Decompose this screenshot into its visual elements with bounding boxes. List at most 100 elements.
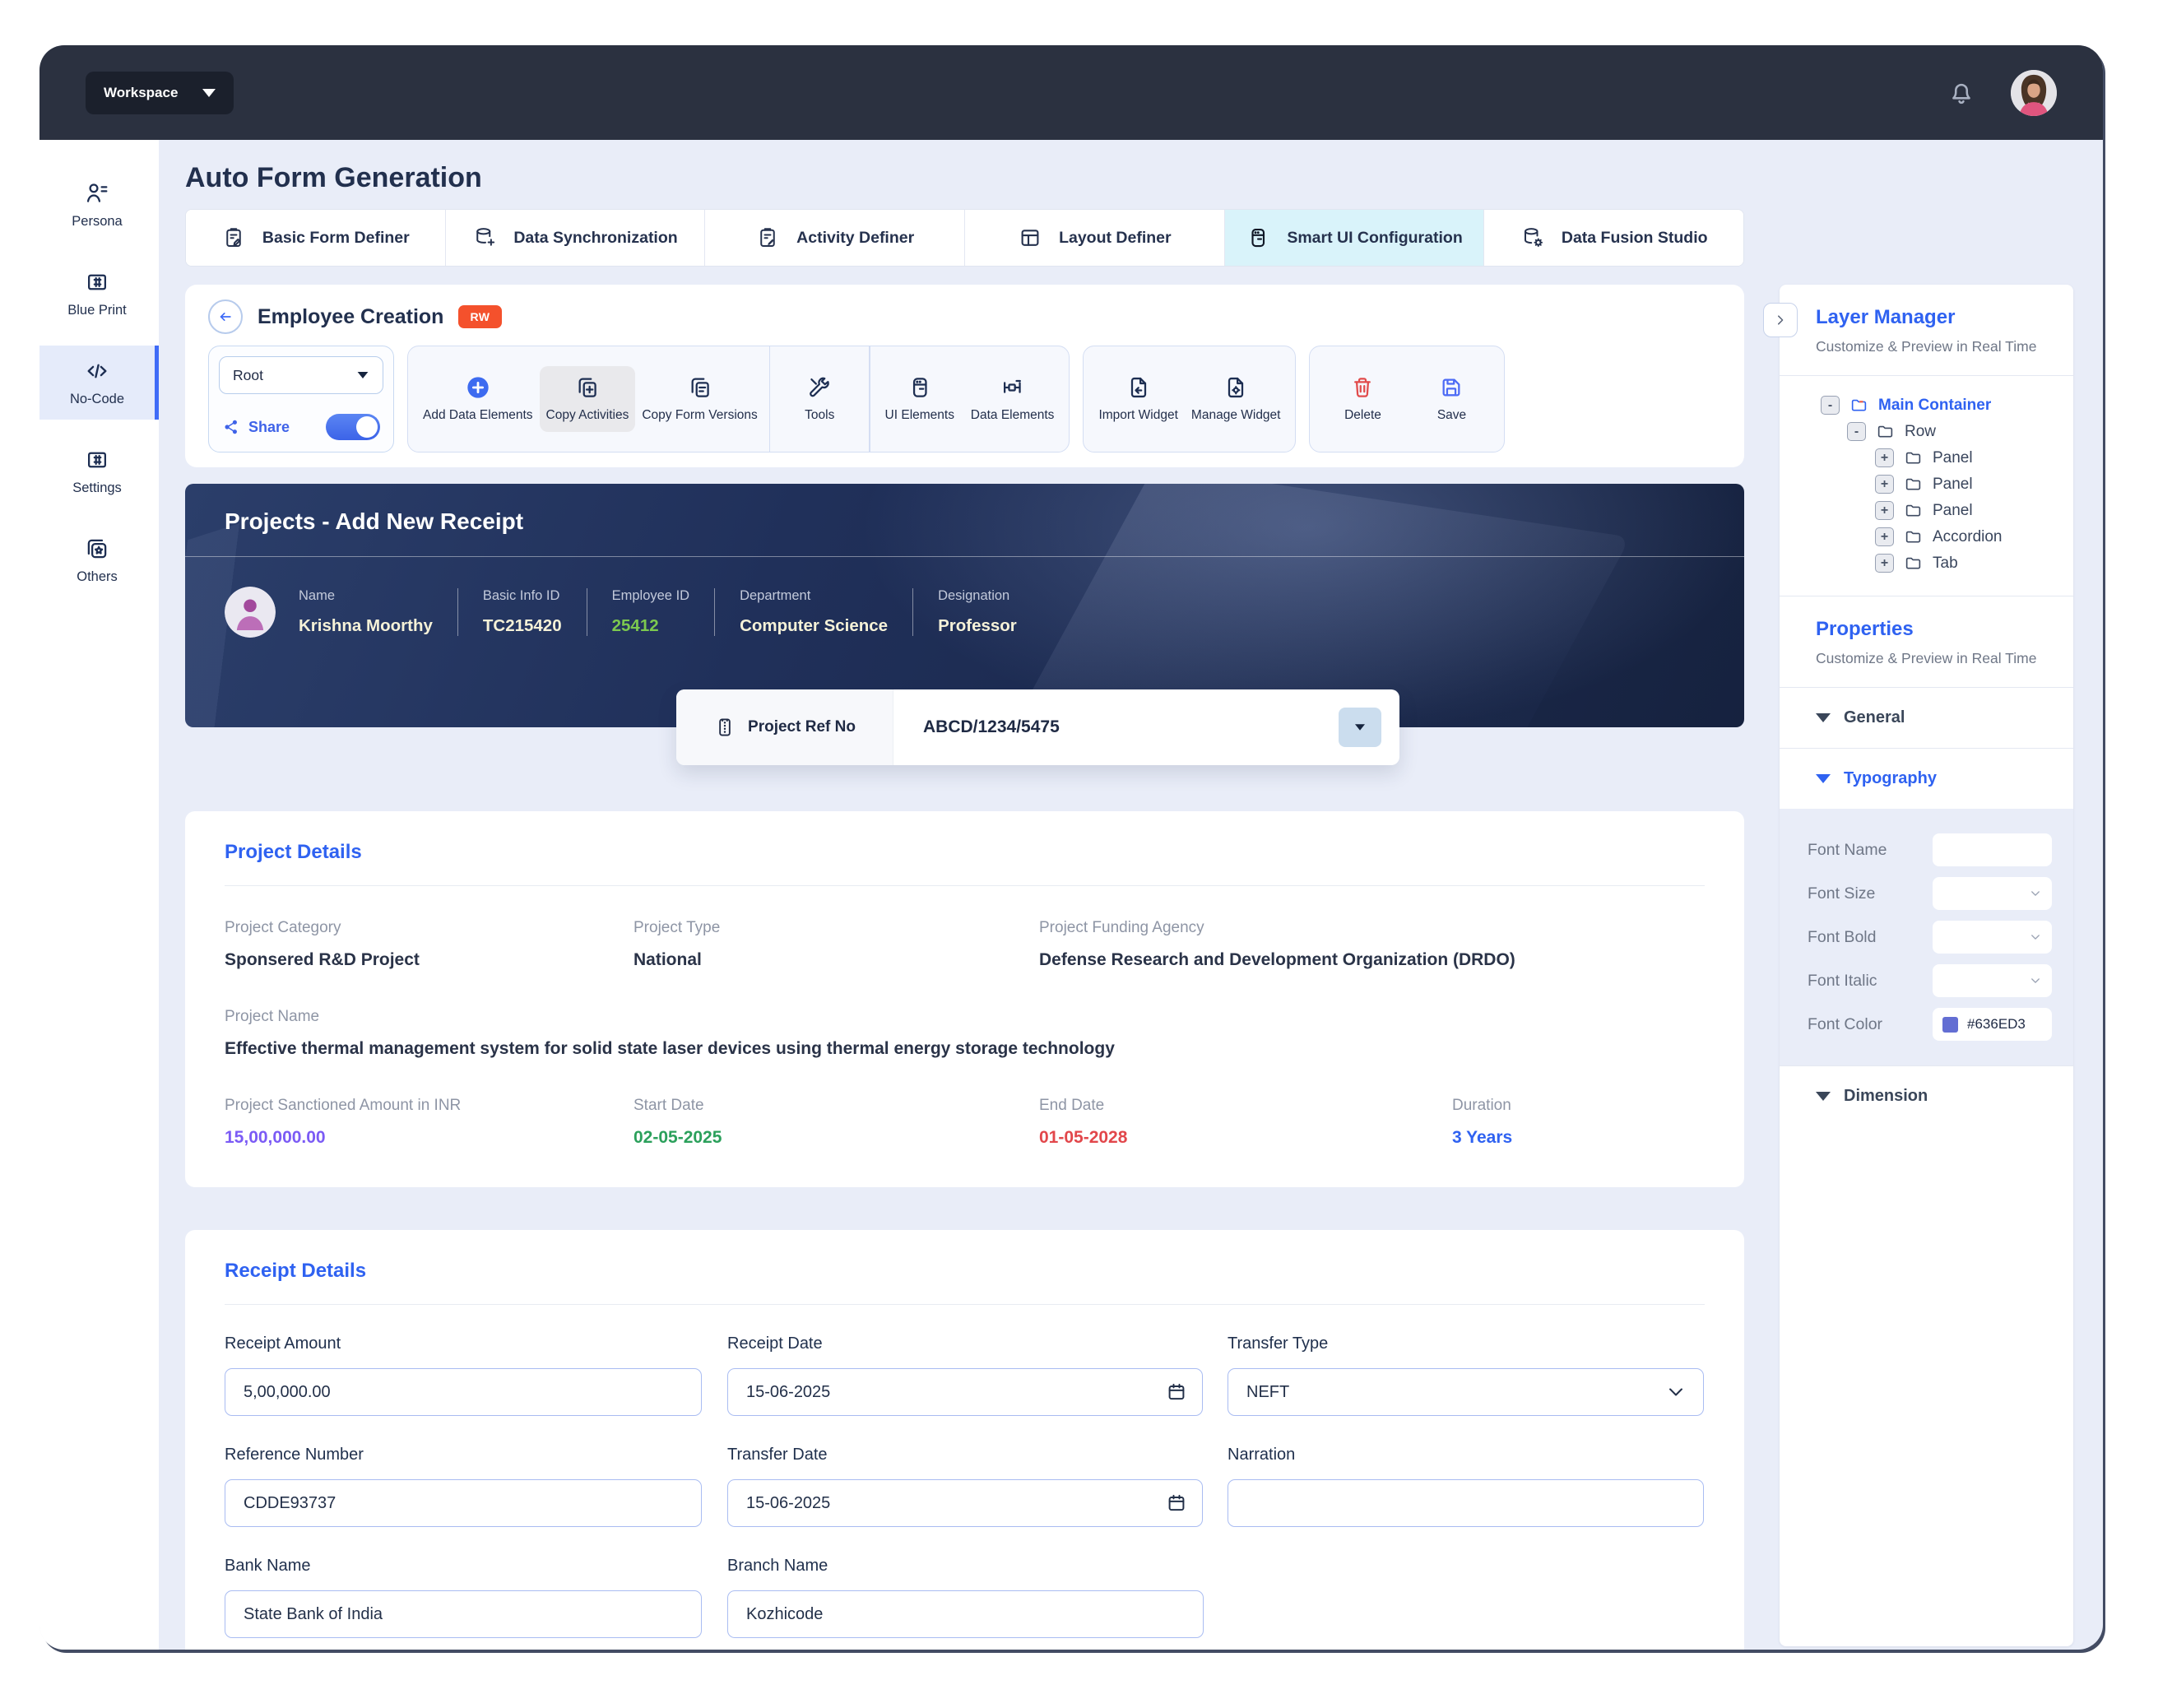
caret-down-icon (1816, 1092, 1831, 1101)
panel-subtitle: Customize & Preview in Real Time (1816, 650, 2037, 666)
banner-title: Projects - Add New Receipt (225, 508, 524, 534)
copy-activities-button[interactable]: Copy Activities (539, 366, 636, 432)
persona-icon (84, 180, 110, 207)
chevron-down-icon (2029, 887, 2042, 900)
expand-toggle[interactable]: + (1875, 448, 1894, 467)
branch-name-input[interactable] (727, 1590, 1204, 1638)
transfer-type-select[interactable]: NEFT (1228, 1368, 1704, 1416)
plus-circle-icon (465, 374, 491, 401)
expand-toggle[interactable]: + (1875, 501, 1894, 520)
project-ref-card: Project Ref No ABCD/1234/5475 (676, 689, 1399, 765)
tree-item-row[interactable]: - Row (1796, 422, 2057, 441)
data-elements-icon (1000, 374, 1026, 401)
tab-smart-ui-configuration[interactable]: Smart UI Configuration (1224, 210, 1485, 266)
manage-widget-button[interactable]: Manage Widget (1185, 366, 1288, 432)
save-button[interactable]: Save (1407, 366, 1496, 432)
field-label: Department (740, 588, 811, 603)
sidebar-item-others[interactable]: Others (39, 523, 159, 597)
code-icon (84, 358, 110, 384)
tree-item-panel[interactable]: + Panel (1796, 448, 2057, 467)
receipt-amount-input[interactable] (225, 1368, 702, 1416)
bank-name-input[interactable] (225, 1590, 702, 1638)
sidebar-label: No-Code (69, 392, 125, 406)
form-name: Employee Creation (258, 304, 444, 328)
workspace-dropdown[interactable]: Workspace (86, 71, 234, 114)
sidebar-item-persona[interactable]: Persona (39, 168, 159, 242)
font-name-input[interactable] (1942, 842, 2042, 858)
tab-activity-definer[interactable]: Activity Definer (705, 210, 966, 266)
user-avatar[interactable] (2011, 69, 2057, 116)
tree-item-tab[interactable]: + Tab (1796, 554, 2057, 573)
tab-label: Data Synchronization (513, 228, 678, 247)
employee-name-field: Name Krishna Moorthy (299, 588, 433, 636)
share-toggle[interactable] (326, 414, 380, 440)
caret-down-icon (1816, 713, 1831, 722)
delete-button[interactable]: Delete (1318, 366, 1407, 432)
expand-toggle[interactable]: + (1875, 527, 1894, 546)
transfer-type-field: Transfer Type NEFT (1228, 1334, 1704, 1416)
back-button[interactable] (208, 299, 243, 334)
root-select[interactable]: Root (219, 356, 383, 394)
sidebar-item-settings[interactable]: Settings (39, 434, 159, 508)
font-name-row: Font Name (1808, 833, 2052, 866)
font-italic-select[interactable] (1933, 964, 2052, 997)
font-size-row: Font Size (1808, 877, 2052, 910)
tool-label: Delete (1344, 408, 1381, 423)
collapse-toggle[interactable]: - (1821, 396, 1840, 415)
tool-label: Import Widget (1098, 408, 1178, 423)
narration-input[interactable] (1228, 1479, 1704, 1527)
receipt-date-input[interactable] (727, 1368, 1203, 1416)
section-typography[interactable]: Typography (1780, 749, 2073, 809)
panel-collapse-button[interactable] (1763, 303, 1798, 337)
font-size-select[interactable] (1933, 877, 2052, 910)
tree-item-main-container[interactable]: - Main Container (1796, 396, 2057, 415)
tree-item-accordion[interactable]: + Accordion (1796, 527, 2057, 546)
copy-form-versions-button[interactable]: Copy Form Versions (635, 366, 763, 432)
field-value: Defense Research and Development Organiz… (1039, 950, 1515, 969)
field-label: Branch Name (727, 1557, 828, 1575)
import-widget-button[interactable]: Import Widget (1092, 366, 1184, 432)
tab-basic-form-definer[interactable]: Basic Form Definer (186, 210, 446, 266)
tree-label: Panel (1933, 475, 1973, 493)
tree-label: Panel (1933, 501, 1973, 519)
copy-lines-icon (687, 374, 713, 401)
section-dimension[interactable]: Dimension (1780, 1066, 2073, 1126)
sidebar-item-no-code[interactable]: No-Code (39, 346, 159, 420)
project-funding-agency-field: Project Funding Agency Defense Research … (1039, 919, 1705, 970)
sidebar-item-blueprint[interactable]: Blue Print (39, 257, 159, 331)
module-tabs: Basic Form Definer Data Synchronization … (185, 209, 1744, 267)
app-window: Workspace Persona Blue Print No-Code Set… (39, 45, 2103, 1650)
collapse-toggle[interactable]: - (1847, 422, 1866, 441)
section-general[interactable]: General (1780, 688, 2073, 749)
layout-icon (1018, 225, 1042, 250)
project-name-field: Project Name Effective thermal managemen… (225, 1008, 1705, 1059)
add-data-elements-button[interactable]: Add Data Elements (416, 366, 540, 432)
root-select-value: Root (233, 366, 263, 383)
bell-icon[interactable] (1947, 78, 1976, 108)
reference-number-input[interactable] (225, 1479, 702, 1527)
receipt-details-card: Receipt Details Receipt Amount Receipt D… (185, 1230, 1744, 1650)
data-elements-button[interactable]: Data Elements (964, 366, 1061, 432)
project-ref-dropdown-button[interactable] (1339, 708, 1381, 747)
database-gear-icon (1520, 225, 1545, 250)
tab-layout-definer[interactable]: Layout Definer (965, 210, 1225, 266)
tool-label: Save (1436, 408, 1467, 423)
page-title: Auto Form Generation (185, 162, 482, 193)
font-bold-select[interactable] (1933, 921, 2052, 954)
clipboard-pencil-icon (221, 225, 246, 250)
expand-toggle[interactable]: + (1875, 475, 1894, 494)
tree-item-panel[interactable]: + Panel (1796, 501, 2057, 520)
font-color-picker[interactable]: #636ED3 (1933, 1008, 2052, 1041)
tools-button[interactable]: Tools (775, 366, 864, 432)
transfer-date-input[interactable] (727, 1479, 1203, 1527)
bank-name-field: Bank Name (225, 1557, 702, 1638)
divider (225, 1304, 1705, 1305)
tree-item-panel[interactable]: + Panel (1796, 475, 2057, 494)
tab-data-fusion-studio[interactable]: Data Fusion Studio (1484, 210, 1743, 266)
narration-field: Narration (1228, 1446, 1704, 1527)
ui-elements-button[interactable]: UI Elements (875, 366, 964, 432)
divider (768, 346, 771, 452)
expand-toggle[interactable]: + (1875, 554, 1894, 573)
tab-data-synchronization[interactable]: Data Synchronization (445, 210, 706, 266)
sidebar-label: Others (77, 569, 118, 584)
